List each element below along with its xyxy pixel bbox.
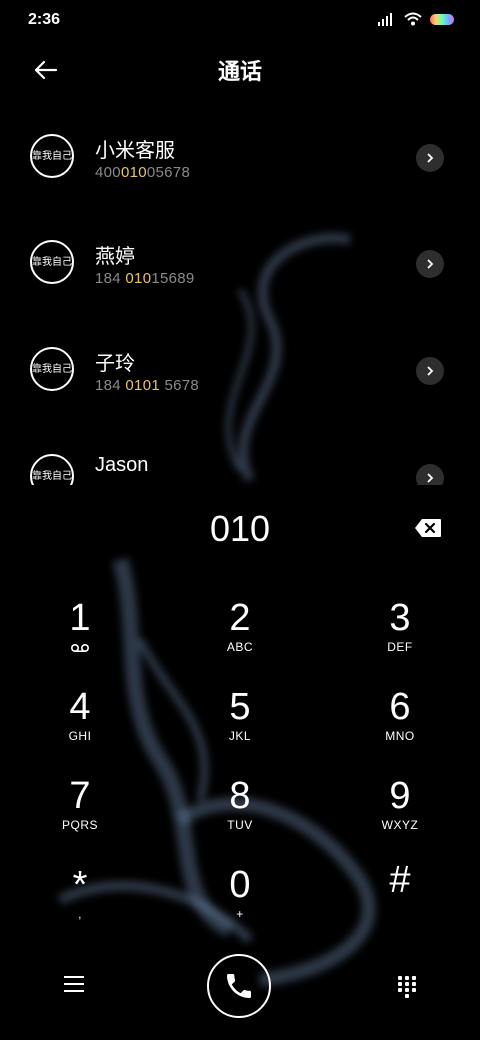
contact-name: 燕婷 <box>95 246 135 268</box>
contact-list: 靠我自己 小米客服 40001005678 靠我自己 燕婷 184 010156… <box>0 102 480 485</box>
backspace-icon[interactable] <box>414 518 442 538</box>
dial-input[interactable]: 010 <box>0 508 480 550</box>
contact-number: 40001005678 <box>95 164 191 181</box>
key-3[interactable]: 3 DEF <box>340 596 460 674</box>
contact-name: 小米客服 <box>95 140 175 162</box>
key-star[interactable]: * , <box>20 863 140 941</box>
key-hash[interactable]: # <box>340 858 460 936</box>
key-2[interactable]: 2 ABC <box>180 596 300 674</box>
key-9[interactable]: 9 WXYZ <box>340 774 460 852</box>
key-6[interactable]: 6 MNO <box>340 685 460 763</box>
key-4[interactable]: 4 GHI <box>20 685 140 763</box>
detail-button[interactable] <box>416 250 444 278</box>
dial-display: 010 <box>0 500 480 556</box>
call-button[interactable] <box>207 954 271 1018</box>
detail-button[interactable] <box>416 464 444 485</box>
chevron-right-icon <box>427 259 434 269</box>
key-0[interactable]: 0 + <box>180 863 300 941</box>
key-8[interactable]: 8 TUV <box>180 774 300 852</box>
contact-row[interactable]: 靠我自己 小米客服 40001005678 <box>0 102 480 208</box>
contact-row[interactable]: 靠我自己 Jason <box>0 422 480 485</box>
avatar: 靠我自己 <box>30 347 74 391</box>
phone-icon <box>227 974 251 998</box>
voicemail-icon <box>70 643 90 653</box>
signal-icon <box>378 12 396 26</box>
status-icons <box>378 12 454 26</box>
key-7[interactable]: 7 PQRS <box>20 774 140 852</box>
status-time: 2:36 <box>28 11 61 28</box>
status-bar: 2:36 <box>0 0 480 42</box>
contact-name: 子玲 <box>95 353 135 375</box>
contact-number: 184 01015689 <box>95 270 195 287</box>
avatar: 靠我自己 <box>30 454 74 485</box>
key-5[interactable]: 5 JKL <box>180 685 300 763</box>
detail-button[interactable] <box>416 144 444 172</box>
chevron-right-icon <box>427 473 434 483</box>
bottom-bar <box>0 952 480 1032</box>
contact-row[interactable]: 靠我自己 燕婷 184 01015689 <box>0 208 480 314</box>
chevron-right-icon <box>427 153 434 163</box>
contact-number: 184 0101 5678 <box>95 377 200 394</box>
contact-row[interactable]: 靠我自己 子玲 184 0101 5678 <box>0 315 480 421</box>
page-title: 通话 <box>217 59 262 84</box>
chevron-right-icon <box>427 366 434 376</box>
avatar: 靠我自己 <box>30 134 74 178</box>
menu-icon[interactable] <box>64 976 84 994</box>
battery-icon <box>430 13 454 25</box>
key-1[interactable]: 1 <box>20 596 140 674</box>
dialpad-icon[interactable] <box>398 976 416 1000</box>
detail-button[interactable] <box>416 357 444 385</box>
avatar: 靠我自己 <box>30 240 74 284</box>
header: 通话 <box>0 42 480 98</box>
contact-name: Jason <box>95 454 149 476</box>
wifi-icon <box>404 12 422 26</box>
